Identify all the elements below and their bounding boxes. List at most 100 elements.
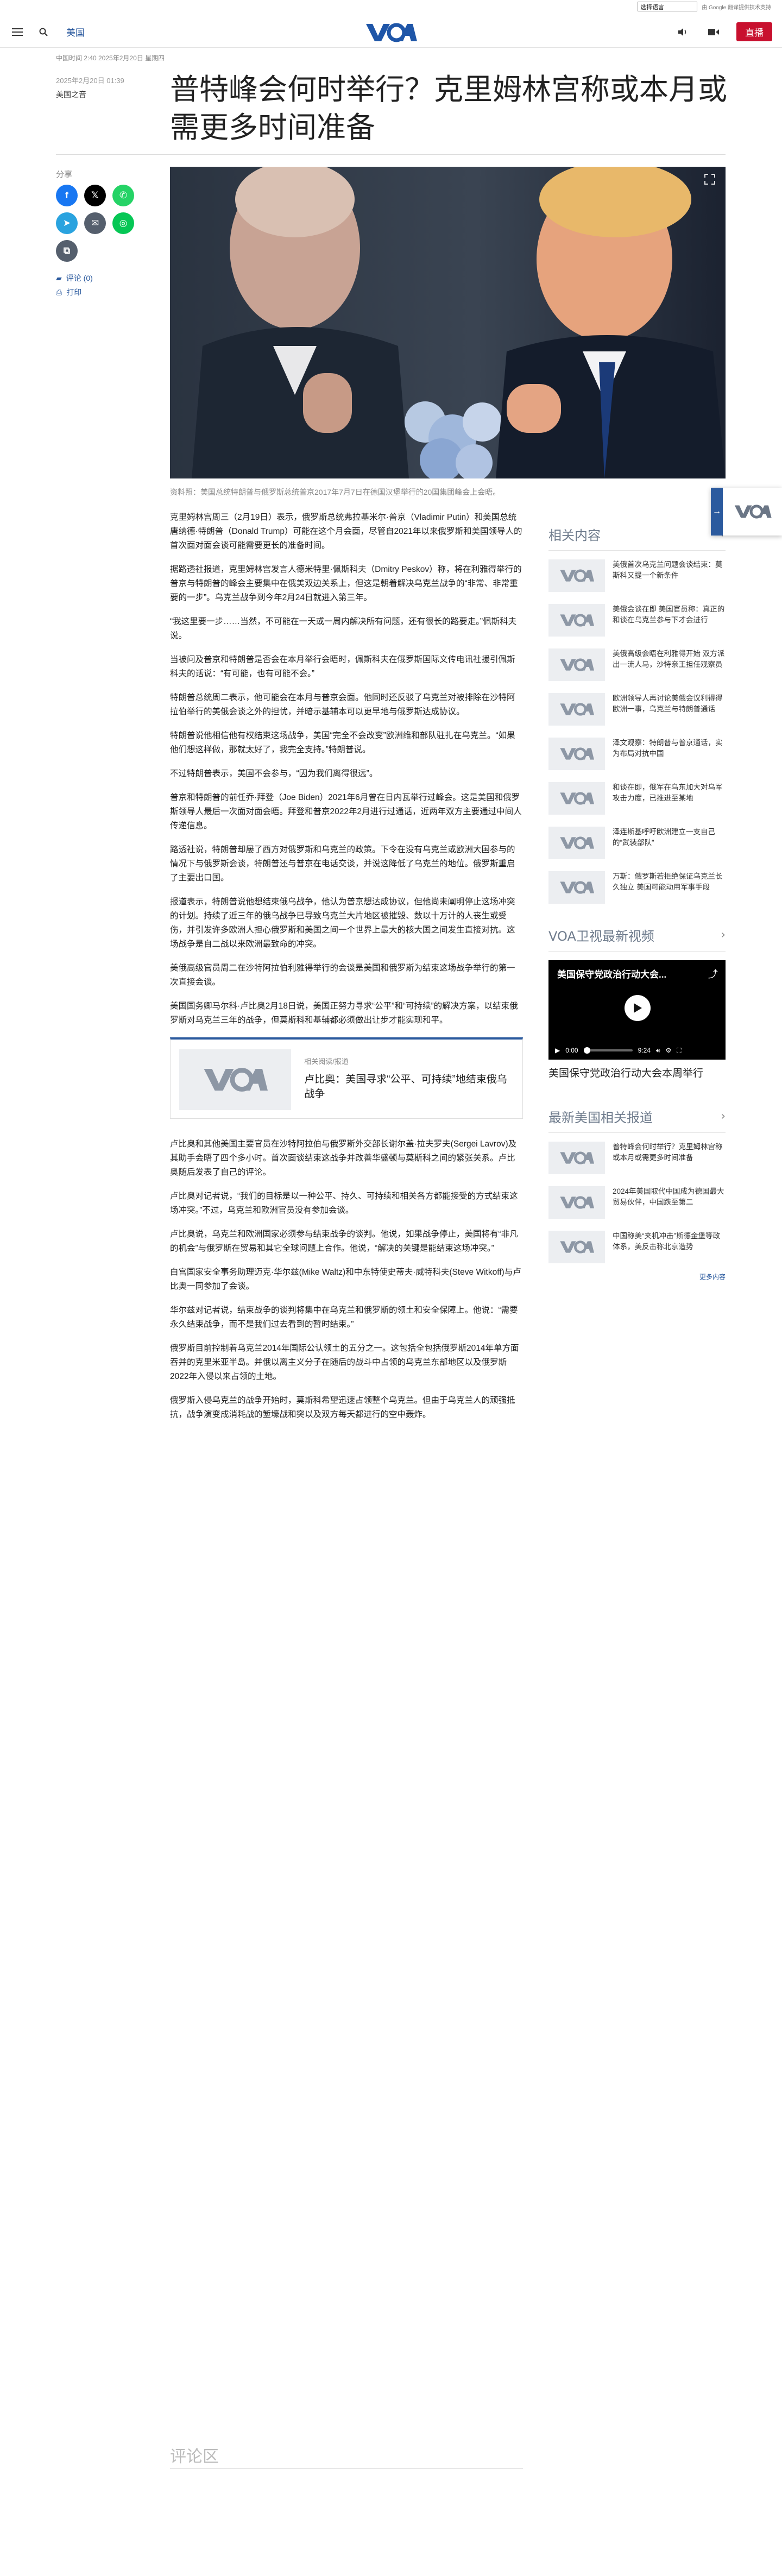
paragraph: 卢比奥说，乌克兰和欧洲国家必须参与结束战争的谈判。他说，如果战争停止，美国将有“… (170, 1230, 518, 1253)
thumbnail (548, 693, 605, 726)
print-link[interactable]: ⎙ 打印 (56, 287, 81, 298)
video-icon[interactable] (706, 24, 721, 40)
play-button[interactable] (625, 995, 651, 1021)
language-select[interactable]: 选择语言 (638, 2, 698, 11)
paragraph: 卢比奥对记者说，“我们的目标是以一种公平、持久、可持续和相关各方都能接受的方式结… (170, 1192, 518, 1215)
paragraph: 美国国务卿马尔科·卢比奥2月18日说，美国正努力寻求“公平”和“可持续”的解决方… (170, 1002, 518, 1025)
latest-heading[interactable]: 最新美国相关报道 › (548, 1107, 726, 1133)
x-twitter-icon[interactable]: 𝕏 (84, 185, 106, 206)
list-item[interactable]: 泽连斯基呼吁欧洲建立一支自己的“武装部队” (548, 827, 726, 859)
progress-knob[interactable] (583, 1047, 590, 1054)
latest-heading-label: 最新美国相关报道 (548, 1110, 653, 1125)
paragraph: 俄罗斯入侵乌克兰的战争开始时，莫斯科希望迅速占领整个乌克兰。但由于乌克兰人的顽强… (170, 1396, 515, 1419)
comments-divider (170, 2468, 523, 2469)
list-item[interactable]: 美俄高级会晤在利雅得开始 双方派出一流人马，沙特亲王担任观察员 (548, 648, 726, 681)
list-item[interactable]: 美俄会谈在即 美国官员称：真正的和谈在乌克兰参与下才会进行 (548, 604, 726, 637)
expand-icon[interactable] (704, 173, 718, 187)
video-caption[interactable]: 美国保守党政治行动大会本周举行 (548, 1065, 726, 1080)
chevron-right-icon: › (721, 928, 726, 942)
play-icon[interactable]: ▶ (555, 1047, 560, 1054)
settings-icon[interactable]: ⚙ (666, 1047, 672, 1054)
thumbnail (548, 1186, 605, 1219)
paragraph: 普京和特朗普的前任乔·拜登（Joe Biden）2021年6月曾在日内瓦举行过峰… (170, 793, 522, 830)
paragraph: 华尔兹对记者说，结束战争的谈判将集中在乌克兰和俄罗斯的领土和安全保障上。他说：“… (170, 1306, 518, 1329)
paragraph: 不过特朗普表示，美国不会参与，“因为我们离得很远”。 (170, 769, 378, 778)
list-item[interactable]: 和谈在即，俄军在乌东加大对乌军攻击力度，已推进至某地 (548, 782, 726, 815)
print-link-label: 打印 (66, 288, 82, 297)
list-item[interactable]: 普特峰会何时举行？克里姆林宫称或本月或需更多时间准备 (548, 1142, 726, 1174)
whatsapp-icon[interactable]: ✆ (112, 185, 134, 206)
arrow-right-icon[interactable]: → (711, 488, 723, 536)
video-controls: ▶ 0:00 9:24 🔊︎ ⚙ ⛶ (548, 1041, 726, 1060)
paragraph: 白宫国家安全事务助理迈克·华尔兹(Mike Waltz)和中东特使史蒂夫·威特科… (170, 1268, 521, 1291)
thumbnail (548, 559, 605, 592)
paragraph: 当被问及普京和特朗普是否会在本月举行会晤时，佩斯科夫在俄罗斯国际文传电讯社援引佩… (170, 655, 515, 678)
comments-link[interactable]: ▰ 评论 (0) (56, 273, 93, 284)
image-caption: 资料照：美国总统特朗普与俄罗斯总统普京2017年7月7日在德国汉堡举行的20国集… (170, 488, 501, 496)
copy-link-icon[interactable]: ⧉ (56, 240, 78, 262)
more-link[interactable]: 更多内容 (548, 1272, 726, 1281)
thumbnail (548, 827, 605, 859)
thumbnail (548, 1231, 605, 1263)
list-item-title: 2024年美国取代中国成为德国最大贸易伙伴，中国跌至第二 (613, 1187, 724, 1206)
thumbnail (548, 1142, 605, 1174)
list-item[interactable]: 泽文观察：特朗普与普京通话，实为布局对抗中国 (548, 738, 726, 770)
comment-icon: ▰ (56, 273, 62, 282)
list-item[interactable]: 万斯：俄罗斯若拒绝保证乌克兰长久独立 美国可能动用军事手段 (548, 871, 726, 904)
section-link[interactable]: 美国 (66, 25, 85, 39)
list-item[interactable]: 欧洲领导人再讨论美俄会议利得得欧洲一事，乌克兰与特朗普通话 (548, 693, 726, 726)
audio-icon[interactable] (676, 24, 691, 40)
related-kicker: 相关阅读/报道 (304, 1057, 349, 1066)
live-button[interactable]: 直播 (736, 22, 772, 41)
list-item[interactable]: 美俄首次乌克兰问题会谈结束：莫斯科又提一个新条件 (548, 559, 726, 592)
share-row-1: f 𝕏 ✆ (56, 185, 134, 206)
thumbnail (548, 782, 605, 815)
floating-voa-tab[interactable]: → (711, 488, 782, 536)
page-title: 普特峰会何时举行？克里姆林宫称或本月或需更多时间准备 (170, 72, 727, 144)
author[interactable]: 美国之音 (56, 89, 86, 100)
list-item-title: 泽连斯基呼吁欧洲建立一支自己的“武装部队” (613, 828, 715, 847)
top-navigation: 美国 直播 (0, 16, 782, 48)
line-icon[interactable]: ◎ (112, 212, 134, 234)
paragraph: 卢比奥和其他美国主要官员在沙特阿拉伯与俄罗斯外交部长谢尔盖·拉夫罗夫(Serge… (170, 1139, 517, 1177)
facebook-icon[interactable]: f (56, 185, 78, 206)
thumbnail (548, 648, 605, 681)
thumbnail (548, 871, 605, 904)
list-item-title: 中国称美“夹机冲击”斯德金堡等政体系，美反击称北京造势 (613, 1232, 720, 1251)
paragraph: 俄罗斯目前控制着乌克兰2014年国际公认领土的五分之一。这包括全包括俄罗斯201… (170, 1344, 519, 1381)
paragraph: 路透社说，特朗普却屡了西方对俄罗斯和乌克兰的政策。下令在没有乌克兰或欧洲大国参与… (170, 845, 515, 883)
list-item[interactable]: 中国称美“夹机冲击”斯德金堡等政体系，美反击称北京造势 (548, 1231, 726, 1263)
progress-slider[interactable] (583, 1047, 633, 1054)
related-title[interactable]: 卢比奥：美国寻求“公平、可持续”地结束俄乌战争 (304, 1072, 514, 1101)
video-section-heading[interactable]: VOA卫视最新视频 › (548, 925, 726, 952)
header-divider (56, 154, 726, 155)
menu-icon[interactable] (10, 24, 25, 40)
comments-link-label: 评论 (0) (66, 274, 93, 282)
email-icon[interactable]: ✉ (84, 212, 106, 234)
sidebar: 相关内容 › 美俄首次乌克兰问题会谈结束：莫斯科又提一个新条件 美俄会谈在即 美… (548, 525, 726, 1281)
voa-logo[interactable] (364, 22, 418, 43)
translate-bar: 选择语言 由 Google 翻译提供技术支持 (0, 0, 782, 13)
list-item-title: 美俄高级会晤在利雅得开始 双方派出一流人马，沙特亲王担任观察员 (613, 650, 725, 669)
list-item-title: 美俄会谈在即 美国官员称：真正的和谈在乌克兰参与下才会进行 (613, 605, 725, 624)
related-content-heading[interactable]: 相关内容 › (548, 525, 726, 551)
google-translate-credit: 由 Google 翻译提供技术支持 (702, 4, 771, 11)
share-icon[interactable]: ⤴ (708, 967, 718, 981)
paragraph: “我这里要一步……当然，不可能在一天或一周内解决所有问题，还有很长的路要走。”佩… (170, 617, 517, 640)
related-thumbnail (179, 1049, 292, 1110)
list-item[interactable]: 2024年美国取代中国成为德国最大贸易伙伴，中国跌至第二 (548, 1186, 726, 1219)
telegram-icon[interactable]: ➤ (56, 212, 78, 234)
related-article-card[interactable]: 相关阅读/报道 卢比奥：美国寻求“公平、可持续”地结束俄乌战争 (170, 1037, 523, 1119)
publish-date: 2025年2月20日 01:39 (56, 77, 124, 85)
video-heading-label: VOA卫视最新视频 (548, 929, 654, 944)
video-player[interactable]: 美国保守党政治行动大会... ⤴ ▶ 0:00 9:24 🔊︎ ⚙ ⛶ (548, 960, 726, 1060)
volume-icon[interactable]: 🔊︎ (656, 1047, 660, 1055)
hero-image[interactable] (170, 167, 726, 478)
search-icon[interactable] (36, 24, 51, 40)
paragraph: 特朗普说他相信他有权结束这场战争，美国“完全不会改变”欧洲维和部队驻扎在乌克兰。… (170, 731, 515, 754)
paragraph: 报道表示，特朗普说他想结束俄乌战争，他认为普京想达成协议，但他尚未阐明停止这场冲… (170, 897, 515, 949)
video-title: 美国保守党政治行动大会... (557, 969, 667, 980)
list-item-title: 美俄首次乌克兰问题会谈结束：莫斯科又提一个新条件 (613, 560, 723, 580)
dateline: 中国时间 2:40 2025年2月20日 星期四 (56, 54, 165, 62)
fullscreen-icon[interactable]: ⛶ (677, 1047, 681, 1055)
